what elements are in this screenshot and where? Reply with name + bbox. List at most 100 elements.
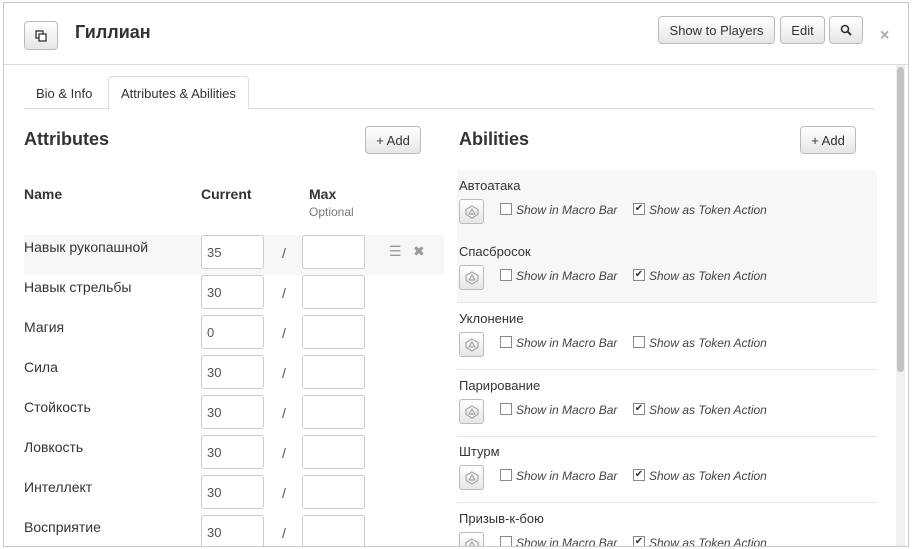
macro-bar-checkbox[interactable] [500,269,512,281]
ability-row: Автоатака Show in Macro Bar ✔ Show as To… [457,170,877,237]
attribute-current-input[interactable]: 30 [201,355,264,389]
attribute-current-input[interactable]: 30 [201,515,264,546]
token-action-checkbox[interactable]: ✔ [633,269,645,281]
token-action-checkbox[interactable]: ✔ [633,203,645,215]
attribute-name: Сила [24,359,58,375]
attribute-max-input[interactable] [302,475,365,509]
attribute-max-input[interactable] [302,515,365,546]
token-action-label: Show as Token Action [649,269,767,283]
macro-bar-label: Show in Macro Bar [516,269,618,283]
attribute-max-input[interactable] [302,395,365,429]
ability-name: Призыв-к-бою [459,511,544,526]
abilities-title: Abilities [459,129,530,149]
token-action-label: Show as Token Action [649,403,767,417]
separator: / [282,325,286,341]
dice-icon [465,270,478,285]
scrollbar-thumb[interactable] [897,67,904,372]
roll-button[interactable] [459,532,484,546]
macro-bar-checkbox[interactable] [500,336,512,348]
attribute-row: Навык рукопашной 35 / ☰ ✖ [24,235,444,275]
macro-bar-checkbox[interactable] [500,536,512,546]
character-name: Гиллиан [75,22,151,42]
attribute-name: Ловкость [24,439,84,455]
tab-bio-info[interactable]: Bio & Info [24,76,104,110]
attribute-name: Навык стрельбы [24,279,132,295]
macro-bar-label: Show in Macro Bar [516,469,618,483]
column-max-hint: Optional [309,205,354,219]
attribute-max-input[interactable] [302,435,365,469]
tab-bar: Bio & Info Attributes & Abilities [24,76,875,110]
search-button[interactable] [829,16,863,44]
popout-icon [35,29,47,42]
column-name-header: Name [24,186,63,202]
character-sheet-dialog: Гиллиан Show to Players Edit × Bio & Inf… [3,2,909,547]
column-max-header: Max [309,186,337,202]
attribute-row: Стойкость 30 / [24,395,444,435]
attribute-max-input[interactable] [302,235,365,269]
ability-name: Парирование [459,378,541,393]
delete-icon[interactable]: ✖ [413,243,425,260]
search-icon [840,24,852,36]
attribute-name: Стойкость [24,399,91,415]
token-action-label: Show as Token Action [649,203,767,217]
dice-icon [465,337,478,352]
attribute-current-input[interactable]: 30 [201,395,264,429]
macro-bar-checkbox[interactable] [500,203,512,215]
popout-button[interactable] [24,21,58,50]
ability-name: Уклонение [459,311,524,326]
macro-bar-label: Show in Macro Bar [516,336,618,350]
attribute-max-input[interactable] [302,315,365,349]
roll-button[interactable] [459,465,484,490]
token-action-checkbox[interactable]: ✔ [633,536,645,546]
separator: / [282,365,286,381]
tab-attributes-abilities[interactable]: Attributes & Abilities [108,76,249,110]
ability-row: Штурм Show in Macro Bar ✔ Show as Token … [457,436,877,503]
dice-icon [465,204,478,219]
attributes-title: Attributes [24,129,109,149]
ability-name: Автоатака [459,178,521,193]
attribute-row: Сила 30 / [24,355,444,395]
ability-row: Уклонение Show in Macro Bar Show as Toke… [457,303,877,370]
token-action-checkbox[interactable] [633,336,645,348]
attribute-max-input[interactable] [302,355,365,389]
attribute-row: Навык стрельбы 30 / [24,275,444,315]
attribute-name: Интеллект [24,479,93,495]
attribute-current-input[interactable]: 35 [201,235,264,269]
roll-button[interactable] [459,265,484,290]
separator: / [282,405,286,421]
attribute-current-input[interactable]: 0 [201,315,264,349]
drag-handle-icon[interactable]: ☰ [389,243,402,260]
attribute-name: Восприятие [24,519,101,535]
attribute-max-input[interactable] [302,275,365,309]
attribute-name: Магия [24,319,65,335]
macro-bar-checkbox[interactable] [500,403,512,415]
scrollbar[interactable] [896,65,905,546]
add-attribute-button[interactable]: + Add [365,126,421,154]
dice-icon [465,404,478,419]
token-action-label: Show as Token Action [649,469,767,483]
attribute-current-input[interactable]: 30 [201,475,264,509]
attribute-current-input[interactable]: 30 [201,435,264,469]
macro-bar-label: Show in Macro Bar [516,403,618,417]
ability-name: Штурм [459,444,500,459]
dialog-header: Гиллиан Show to Players Edit × [4,3,908,65]
attribute-row: Магия 0 / [24,315,444,355]
add-ability-button[interactable]: + Add [800,126,856,154]
attribute-row: Ловкость 30 / [24,435,444,475]
attribute-row: Интеллект 30 / [24,475,444,515]
roll-button[interactable] [459,199,484,224]
ability-name: Спасбросок [459,244,531,259]
show-to-players-button[interactable]: Show to Players [658,16,775,44]
edit-button[interactable]: Edit [780,16,825,44]
token-action-checkbox[interactable]: ✔ [633,403,645,415]
close-icon[interactable]: × [880,27,889,45]
ability-row: Призыв-к-бою Show in Macro Bar ✔ Show as… [457,503,877,546]
separator: / [282,245,286,261]
attribute-current-input[interactable]: 30 [201,275,264,309]
token-action-label: Show as Token Action [649,336,767,350]
macro-bar-checkbox[interactable] [500,469,512,481]
separator: / [282,285,286,301]
token-action-checkbox[interactable]: ✔ [633,469,645,481]
roll-button[interactable] [459,399,484,424]
roll-button[interactable] [459,332,484,357]
